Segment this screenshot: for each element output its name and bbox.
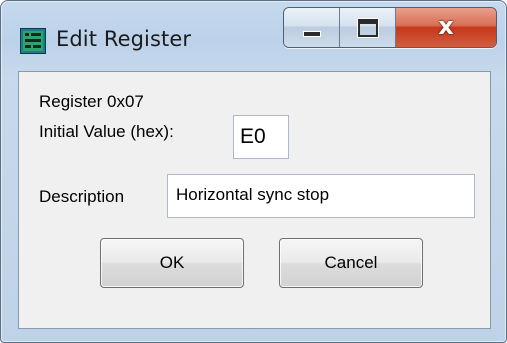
edit-register-dialog: Edit Register x Register 0x07 Initial Va…: [0, 0, 507, 343]
minimize-button[interactable]: [284, 8, 340, 47]
initial-value-input[interactable]: E0: [233, 115, 289, 159]
ok-button[interactable]: OK: [100, 238, 244, 288]
title-bar[interactable]: Edit Register x: [1, 1, 506, 71]
cancel-button[interactable]: Cancel: [279, 238, 423, 288]
close-button[interactable]: x: [396, 8, 496, 47]
register-label: Register 0x07: [39, 92, 144, 111]
maximize-icon: [357, 18, 379, 38]
minimize-icon: [303, 31, 321, 37]
close-icon: x: [438, 12, 454, 40]
window-title: Edit Register: [56, 27, 192, 51]
register-app-icon: [20, 28, 46, 54]
maximize-button[interactable]: [340, 8, 396, 47]
initial-value-label: Initial Value (hex):: [39, 122, 174, 141]
dialog-content: Register 0x07 Initial Value (hex): E0 De…: [18, 71, 491, 329]
description-label: Description: [39, 187, 125, 206]
description-input[interactable]: Horizontal sync stop: [167, 174, 475, 218]
caption-buttons: x: [283, 7, 497, 48]
